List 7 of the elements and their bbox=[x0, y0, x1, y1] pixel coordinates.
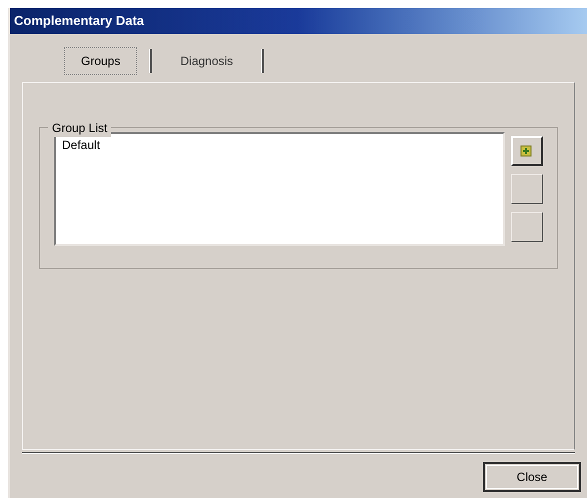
window-title: Complementary Data bbox=[14, 12, 144, 30]
add-button[interactable] bbox=[511, 136, 543, 166]
close-button[interactable]: Close bbox=[483, 462, 581, 492]
plus-icon bbox=[520, 144, 534, 158]
list-item[interactable]: Default bbox=[58, 136, 501, 154]
tab[interactable]: Groups bbox=[64, 47, 138, 75]
tab[interactable]: Diagnosis bbox=[164, 48, 250, 74]
